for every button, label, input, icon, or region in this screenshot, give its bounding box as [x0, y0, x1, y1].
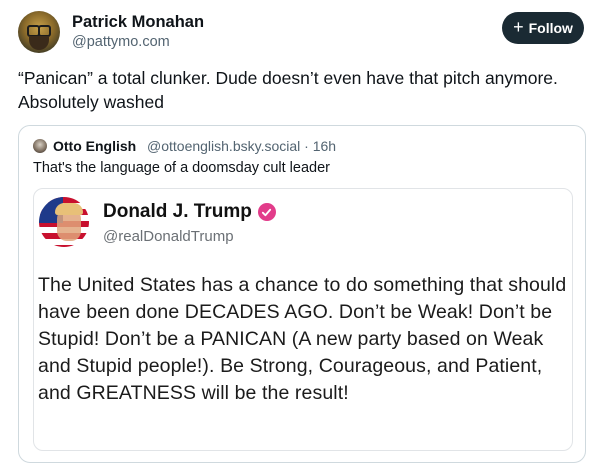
- quoted-post-text: That's the language of a doomsday cult l…: [33, 160, 330, 176]
- follow-button[interactable]: + Follow: [502, 12, 584, 44]
- embedded-author-name-row: Donald J. Trump: [103, 201, 276, 223]
- follow-button-label: Follow: [528, 20, 573, 36]
- quoted-author-name: Otto English: [53, 138, 137, 154]
- author-avatar[interactable]: [18, 11, 60, 53]
- avatar-beard: [29, 36, 49, 50]
- embedded-author-avatar: [39, 197, 89, 247]
- author-handle[interactable]: @pattymo.com: [72, 34, 170, 50]
- embedded-post-image[interactable]: Donald J. Trump @realDonaldTrump The Uni…: [33, 188, 573, 451]
- avatar-glasses: [27, 25, 51, 37]
- author-display-name[interactable]: Patrick Monahan: [72, 13, 204, 32]
- post-text: “Panican” a total clunker. Dude doesn’t …: [18, 68, 558, 112]
- embedded-post-text: The United States has a chance to do som…: [38, 274, 567, 404]
- quoted-author-avatar: [33, 139, 47, 153]
- quoted-author-handle-time: @ottoenglish.bsky.social · 16h: [147, 138, 337, 154]
- plus-icon: +: [513, 17, 524, 37]
- embedded-author-handle: @realDonaldTrump: [103, 228, 234, 245]
- verified-badge-icon: [257, 203, 276, 221]
- embedded-author-name: Donald J. Trump: [103, 201, 252, 222]
- avatar-hair: [55, 203, 83, 215]
- quoted-post-card[interactable]: Otto English @ottoenglish.bsky.social · …: [18, 125, 586, 463]
